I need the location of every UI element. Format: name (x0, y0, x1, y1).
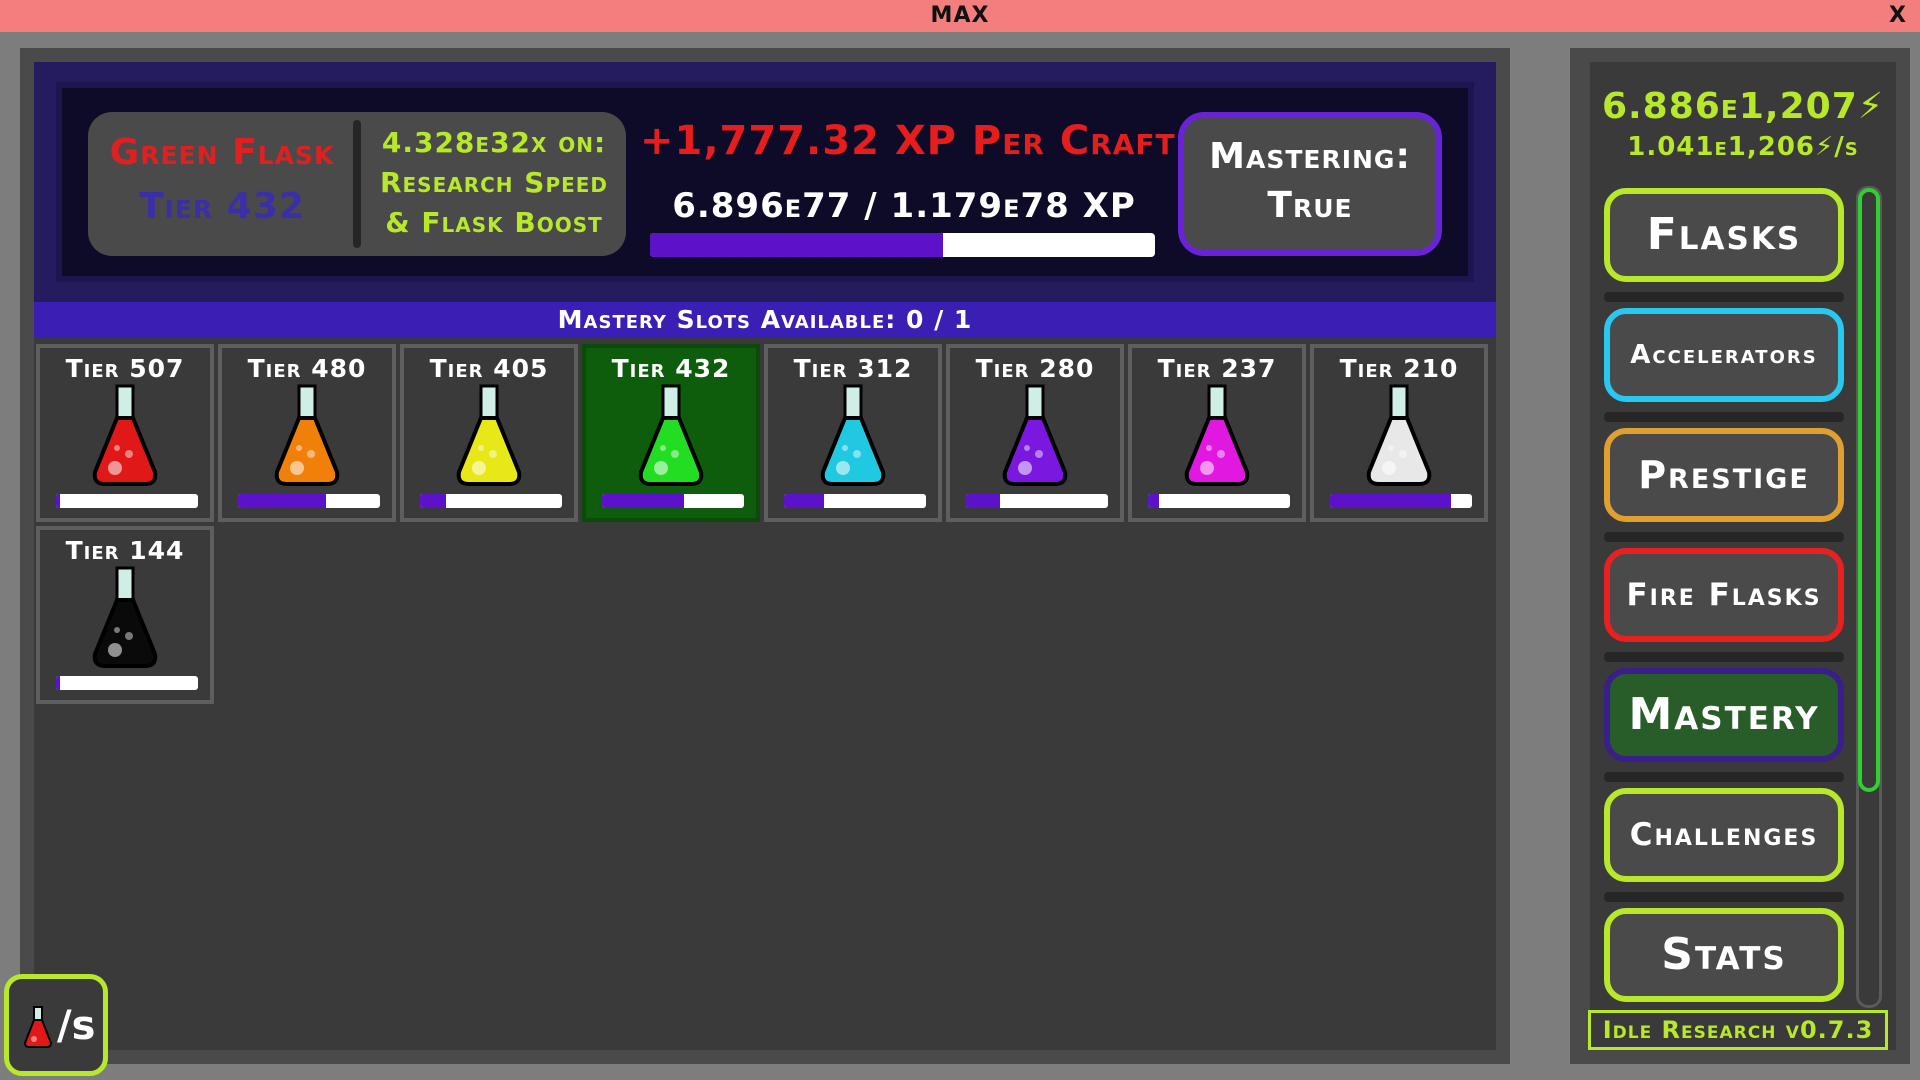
nav-separator (1604, 652, 1844, 662)
flask-tier-label: Tier 312 (793, 354, 913, 383)
current-flask-name: Green Flask (109, 132, 335, 173)
boost-line-1: 4.328e32x on: (381, 126, 607, 159)
nav-button-flasks[interactable]: Flasks (1604, 188, 1844, 282)
nav-separator (1604, 412, 1844, 422)
xp-progress-bar (650, 233, 1155, 257)
nav-separator (1604, 772, 1844, 782)
flask-icon (456, 384, 522, 486)
flask-progress-bar (784, 494, 926, 508)
red-flask-icon (23, 1006, 53, 1048)
sidebar-scrollbar-thumb[interactable] (1858, 188, 1880, 792)
nav-button-label: Challenges (1629, 817, 1819, 853)
flask-icon (92, 566, 158, 668)
flask-tier-label: Tier 210 (1339, 354, 1459, 383)
flask-icon (820, 384, 886, 486)
lightning-icon: ⚡ (1857, 86, 1885, 127)
per-second-toggle-button[interactable]: /s (4, 974, 108, 1076)
nav-button-label: Stats (1661, 929, 1787, 980)
per-second-label: /s (57, 1003, 96, 1049)
version-label: Idle Research v0.7.3 (1588, 1010, 1888, 1050)
nav-separator (1604, 892, 1844, 902)
flask-card[interactable]: Tier 432 (582, 344, 760, 522)
mastering-value: True (1267, 185, 1353, 226)
nav-button-prestige[interactable]: Prestige (1604, 428, 1844, 522)
currency-value: 6.886e1,207 (1601, 86, 1858, 127)
flask-icon (274, 384, 340, 486)
xp-progress-fill (650, 233, 943, 257)
flask-tier-label: Tier 405 (429, 354, 549, 383)
flask-progress-bar (1148, 494, 1290, 508)
flask-card[interactable]: Tier 280 (946, 344, 1124, 522)
flask-tier-label: Tier 507 (65, 354, 185, 383)
nav-button-fire-flasks[interactable]: Fire Flasks (1604, 548, 1844, 642)
currency-amount: 6.886e1,207⚡ (1590, 86, 1896, 127)
currency-rate: 1.041e1,206⚡/s (1590, 132, 1896, 162)
rate-unit: /s (1834, 132, 1859, 162)
flask-icon (1366, 384, 1432, 486)
flask-tier-label: Tier 237 (1157, 354, 1277, 383)
window-title: MAX (930, 3, 990, 28)
flask-progress-fill (966, 494, 1001, 508)
xp-per-craft: +1,777.32 XP Per Craft (640, 118, 1176, 164)
flask-progress-fill (1330, 494, 1451, 508)
flask-tier-label: Tier 480 (247, 354, 367, 383)
flask-icon (1184, 384, 1250, 486)
flask-card[interactable]: Tier 405 (400, 344, 578, 522)
flask-card[interactable]: Tier 237 (1128, 344, 1306, 522)
flask-tier-label: Tier 280 (975, 354, 1095, 383)
nav-button-mastery[interactable]: Mastery (1604, 668, 1844, 762)
flask-progress-bar (602, 494, 744, 508)
flask-progress-bar (966, 494, 1108, 508)
nav-button-label: Mastery (1628, 689, 1820, 740)
flask-card[interactable]: Tier 480 (218, 344, 396, 522)
nav-button-label: Accelerators (1630, 340, 1818, 370)
flask-progress-fill (420, 494, 446, 508)
flask-icon (638, 384, 704, 486)
flask-card[interactable]: Tier 210 (1310, 344, 1488, 522)
nav-button-label: Fire Flasks (1626, 577, 1822, 613)
current-flask-tier: Tier 432 (139, 186, 305, 227)
flask-progress-fill (238, 494, 327, 508)
nav-button-stats[interactable]: Stats (1604, 908, 1844, 1002)
xp-progress-text: 6.896e77 / 1.179e78 XP (672, 186, 1136, 226)
flask-icon (1002, 384, 1068, 486)
flask-card[interactable]: Tier 507 (36, 344, 214, 522)
flask-icon (92, 384, 158, 486)
flask-card[interactable]: Tier 144 (36, 526, 214, 704)
nav-button-label: Flasks (1646, 209, 1802, 260)
flask-progress-fill (56, 676, 61, 690)
lightning-icon: ⚡ (1815, 132, 1835, 162)
flask-progress-bar (56, 676, 198, 690)
mastering-toggle-button[interactable]: Mastering: True (1178, 112, 1442, 256)
rate-value: 1.041e1,206 (1627, 132, 1816, 162)
flask-progress-bar (238, 494, 380, 508)
mastering-label: Mastering: (1209, 136, 1411, 177)
nav-button-accelerators[interactable]: Accelerators (1604, 308, 1844, 402)
flask-progress-fill (784, 494, 824, 508)
nav-button-label: Prestige (1638, 453, 1810, 497)
flask-progress-bar (420, 494, 562, 508)
mastery-slots-available: Mastery Slots Available: 0 / 1 (34, 302, 1496, 338)
flask-progress-fill (56, 494, 61, 508)
flask-progress-bar (1330, 494, 1472, 508)
close-button[interactable]: X (1889, 3, 1906, 28)
nav-separator (1604, 532, 1844, 542)
flask-card[interactable]: Tier 312 (764, 344, 942, 522)
flask-progress-fill (602, 494, 685, 508)
flask-progress-fill (1148, 494, 1160, 508)
boost-line-2: Research Speed (379, 166, 609, 199)
flask-progress-bar (56, 494, 198, 508)
flask-tier-label: Tier 144 (65, 536, 185, 565)
nav-separator (1604, 292, 1844, 302)
flask-box-divider (353, 120, 361, 248)
title-bar: MAX X (0, 0, 1920, 32)
boost-line-3: & Flask Boost (385, 206, 603, 239)
flask-tier-label: Tier 432 (611, 354, 731, 383)
nav-button-challenges[interactable]: Challenges (1604, 788, 1844, 882)
